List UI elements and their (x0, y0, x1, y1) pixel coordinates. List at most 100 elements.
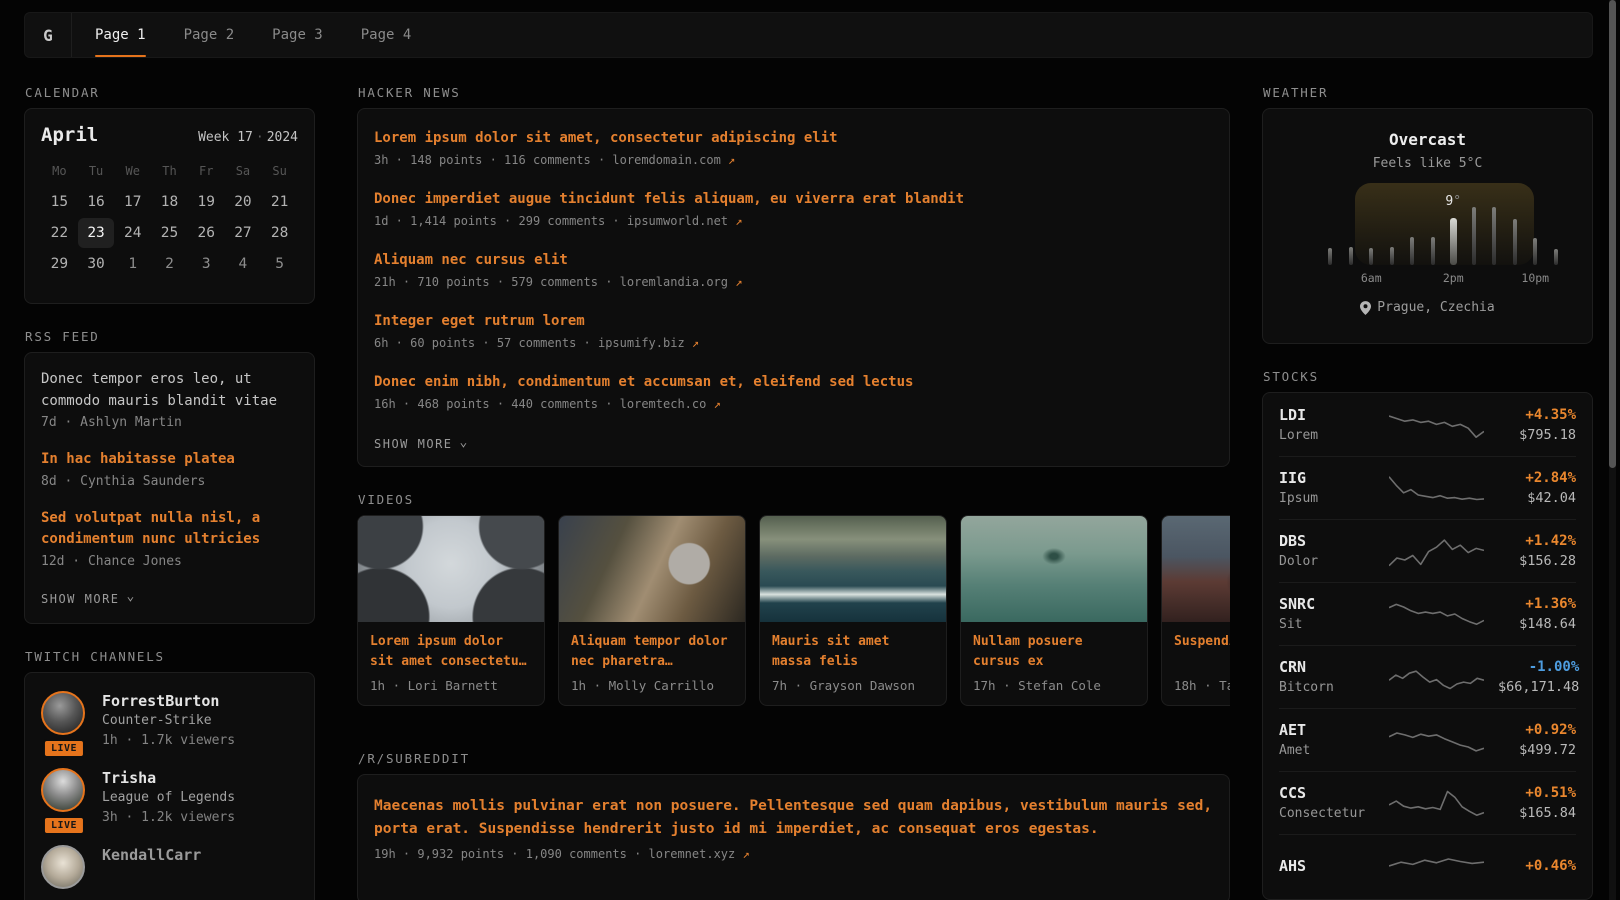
weather-location: Prague, Czechia (1377, 300, 1494, 315)
calendar-day[interactable]: 21 (261, 187, 298, 217)
video-card[interactable]: Nullam posuere cursus ex17h · Stefan Col… (960, 515, 1148, 706)
video-title-link[interactable]: Mauris sit amet massa felis (772, 632, 934, 672)
calendar-day[interactable]: 18 (151, 187, 188, 217)
weather-bar-slot (1464, 183, 1485, 265)
rss-show-more-button[interactable]: SHOW MORE ⌄ (41, 591, 136, 606)
twitch-channel-row[interactable]: LIVEForrestBurtonCounter-Strike1h · 1.7k… (41, 691, 298, 751)
stock-row-ahs[interactable]: AHS+0.46% (1279, 834, 1576, 897)
calendar-day[interactable]: 20 (225, 187, 262, 217)
calendar-day[interactable]: 3 (188, 249, 225, 279)
stock-row-crn[interactable]: CRNBitcorn-1.00%$66,171.48 (1279, 645, 1576, 708)
rss-item-title-link[interactable]: In hac habitasse platea (41, 449, 298, 471)
hackernews-item-title-link[interactable]: Donec enim nibh, condimentum et accumsan… (374, 372, 1213, 392)
tab-page-1[interactable]: Page 1 (76, 13, 165, 57)
calendar-weekday-label: Fr (188, 160, 225, 186)
calendar-day[interactable]: 27 (225, 218, 262, 248)
stock-change-percent: +0.51% (1498, 783, 1576, 803)
video-meta: 1h · Lori Barnett (370, 678, 532, 693)
tab-page-3[interactable]: Page 3 (253, 13, 342, 57)
calendar-day[interactable]: 22 (41, 218, 78, 248)
weather-bar (1369, 248, 1373, 265)
dot-separator: · (253, 130, 267, 145)
calendar-day[interactable]: 19 (188, 187, 225, 217)
stock-row-ccs[interactable]: CCSConsectetur+0.51%$165.84 (1279, 771, 1576, 834)
weather-bar-slot (1341, 183, 1362, 265)
stock-row-dbs[interactable]: DBSDolor+1.42%$156.28 (1279, 519, 1576, 582)
calendar-day[interactable]: 17 (114, 187, 151, 217)
show-more-label: SHOW MORE (41, 592, 120, 606)
calendar-day[interactable]: 1 (114, 249, 151, 279)
hackernews-item-domain-link[interactable]: ipsumworld.net (627, 214, 735, 228)
hackernews-item-meta-text: 16h · 468 points · 440 comments · (374, 397, 620, 411)
hackernews-item-domain-link[interactable]: loremtech.co (620, 397, 714, 411)
hackernews-item-title-link[interactable]: Integer eget rutrum lorem (374, 311, 1213, 331)
subreddit-post-domain-link[interactable]: loremnet.xyz (649, 847, 743, 861)
calendar-day[interactable]: 24 (114, 218, 151, 248)
stock-row-iig[interactable]: IIGIpsum+2.84%$42.04 (1279, 456, 1576, 519)
stock-change-percent: +0.46% (1498, 856, 1576, 876)
hackernews-item-domain-link[interactable]: ipsumify.biz (598, 336, 692, 350)
external-link-icon: ↗ (728, 153, 735, 167)
tab-label: Page 2 (184, 27, 235, 43)
hackernews-item-domain-link[interactable]: loremlandia.org (620, 275, 736, 289)
calendar-section-title: CALENDAR (25, 86, 315, 100)
weather-bar-slot (1505, 183, 1526, 265)
twitch-channel-name[interactable]: Trisha (102, 768, 235, 788)
live-badge: LIVE (43, 739, 85, 758)
calendar-day[interactable]: 15 (41, 187, 78, 217)
stock-price: $148.64 (1498, 615, 1576, 634)
hackernews-item-domain-link[interactable]: loremdomain.com (612, 153, 728, 167)
video-title-link[interactable]: Nullam posuere cursus ex (973, 632, 1135, 672)
rss-item-title-link[interactable]: Donec tempor eros leo, ut commodo mauris… (41, 369, 298, 412)
stock-name: Ipsum (1279, 489, 1389, 508)
calendar-day[interactable]: 30 (78, 249, 115, 279)
calendar-header: April Week 17·2024 (41, 124, 298, 146)
calendar-day[interactable]: 4 (225, 249, 262, 279)
rss-item: Donec tempor eros leo, ut commodo mauris… (41, 369, 298, 433)
video-card[interactable]: Aliquam tempor dolor nec pharetra…1h · M… (558, 515, 746, 706)
subreddit-post-title-link[interactable]: Maecenas mollis pulvinar erat non posuer… (374, 795, 1213, 841)
calendar-day[interactable]: 2 (151, 249, 188, 279)
video-title-link[interactable]: Aliquam tempor dolor nec pharetra… (571, 632, 733, 672)
twitch-channel-row[interactable]: KendallCarr (41, 845, 298, 889)
twitch-channel-row[interactable]: LIVETrishaLeague of Legends3h · 1.2k vie… (41, 768, 298, 828)
stock-row-ldi[interactable]: LDILorem+4.35%$795.18 (1279, 393, 1576, 456)
scrollbar-thumb[interactable] (1609, 0, 1616, 468)
weather-bar-slot (1525, 183, 1546, 265)
video-card[interactable]: Mauris sit amet massa felis7h · Grayson … (759, 515, 947, 706)
calendar-day-selected[interactable]: 23 (78, 218, 115, 248)
stock-values-block: +0.92%$499.72 (1498, 720, 1576, 760)
stock-row-snrc[interactable]: SNRCSit+1.36%$148.64 (1279, 582, 1576, 645)
hackernews-item-title-link[interactable]: Donec imperdiet augue tincidunt felis al… (374, 189, 1213, 209)
weather-condition: Overcast (1263, 130, 1592, 149)
app-logo[interactable]: G (25, 13, 72, 57)
stock-row-aet[interactable]: AETAmet+0.92%$499.72 (1279, 708, 1576, 771)
calendar-day[interactable]: 16 (78, 187, 115, 217)
rss-section-title: RSS FEED (25, 330, 315, 344)
avatar (41, 691, 85, 735)
hackernews-list: Lorem ipsum dolor sit amet, consectetur … (374, 128, 1213, 414)
calendar-day[interactable]: 25 (151, 218, 188, 248)
calendar-day[interactable]: 26 (188, 218, 225, 248)
tab-page-2[interactable]: Page 2 (165, 13, 254, 57)
video-title-link[interactable]: Suspendisse diam (1174, 632, 1230, 672)
video-card[interactable]: Lorem ipsum dolor sit amet consectetu… 1h… (357, 515, 545, 706)
weather-bar-slot (1423, 183, 1444, 265)
video-thumbnail (961, 516, 1147, 622)
hackernews-item-title-link[interactable]: Aliquam nec cursus elit (374, 250, 1213, 270)
weather-location-row: Prague, Czechia (1263, 300, 1592, 315)
calendar-weekday-label: Su (261, 160, 298, 186)
calendar-day[interactable]: 28 (261, 218, 298, 248)
rss-item-meta: 7d · Ashlyn Martin (41, 413, 298, 433)
video-title-link[interactable]: Lorem ipsum dolor sit amet consectetu… (370, 632, 532, 672)
calendar-day[interactable]: 29 (41, 249, 78, 279)
hackernews-item-title-link[interactable]: Lorem ipsum dolor sit amet, consectetur … (374, 128, 1213, 148)
twitch-channel-name[interactable]: ForrestBurton (102, 691, 235, 711)
twitch-channel-name[interactable]: KendallCarr (102, 845, 201, 865)
tab-page-4[interactable]: Page 4 (342, 13, 431, 57)
rss-item-title-link[interactable]: Sed volutpat nulla nisl, a condimentum n… (41, 508, 298, 551)
calendar-day[interactable]: 5 (261, 249, 298, 279)
rss-item-meta: 8d · Cynthia Saunders (41, 472, 298, 492)
video-card[interactable]: Suspendisse diam18h · Tara (1161, 515, 1230, 706)
hackernews-show-more-button[interactable]: SHOW MORE ⌄ (374, 437, 469, 452)
